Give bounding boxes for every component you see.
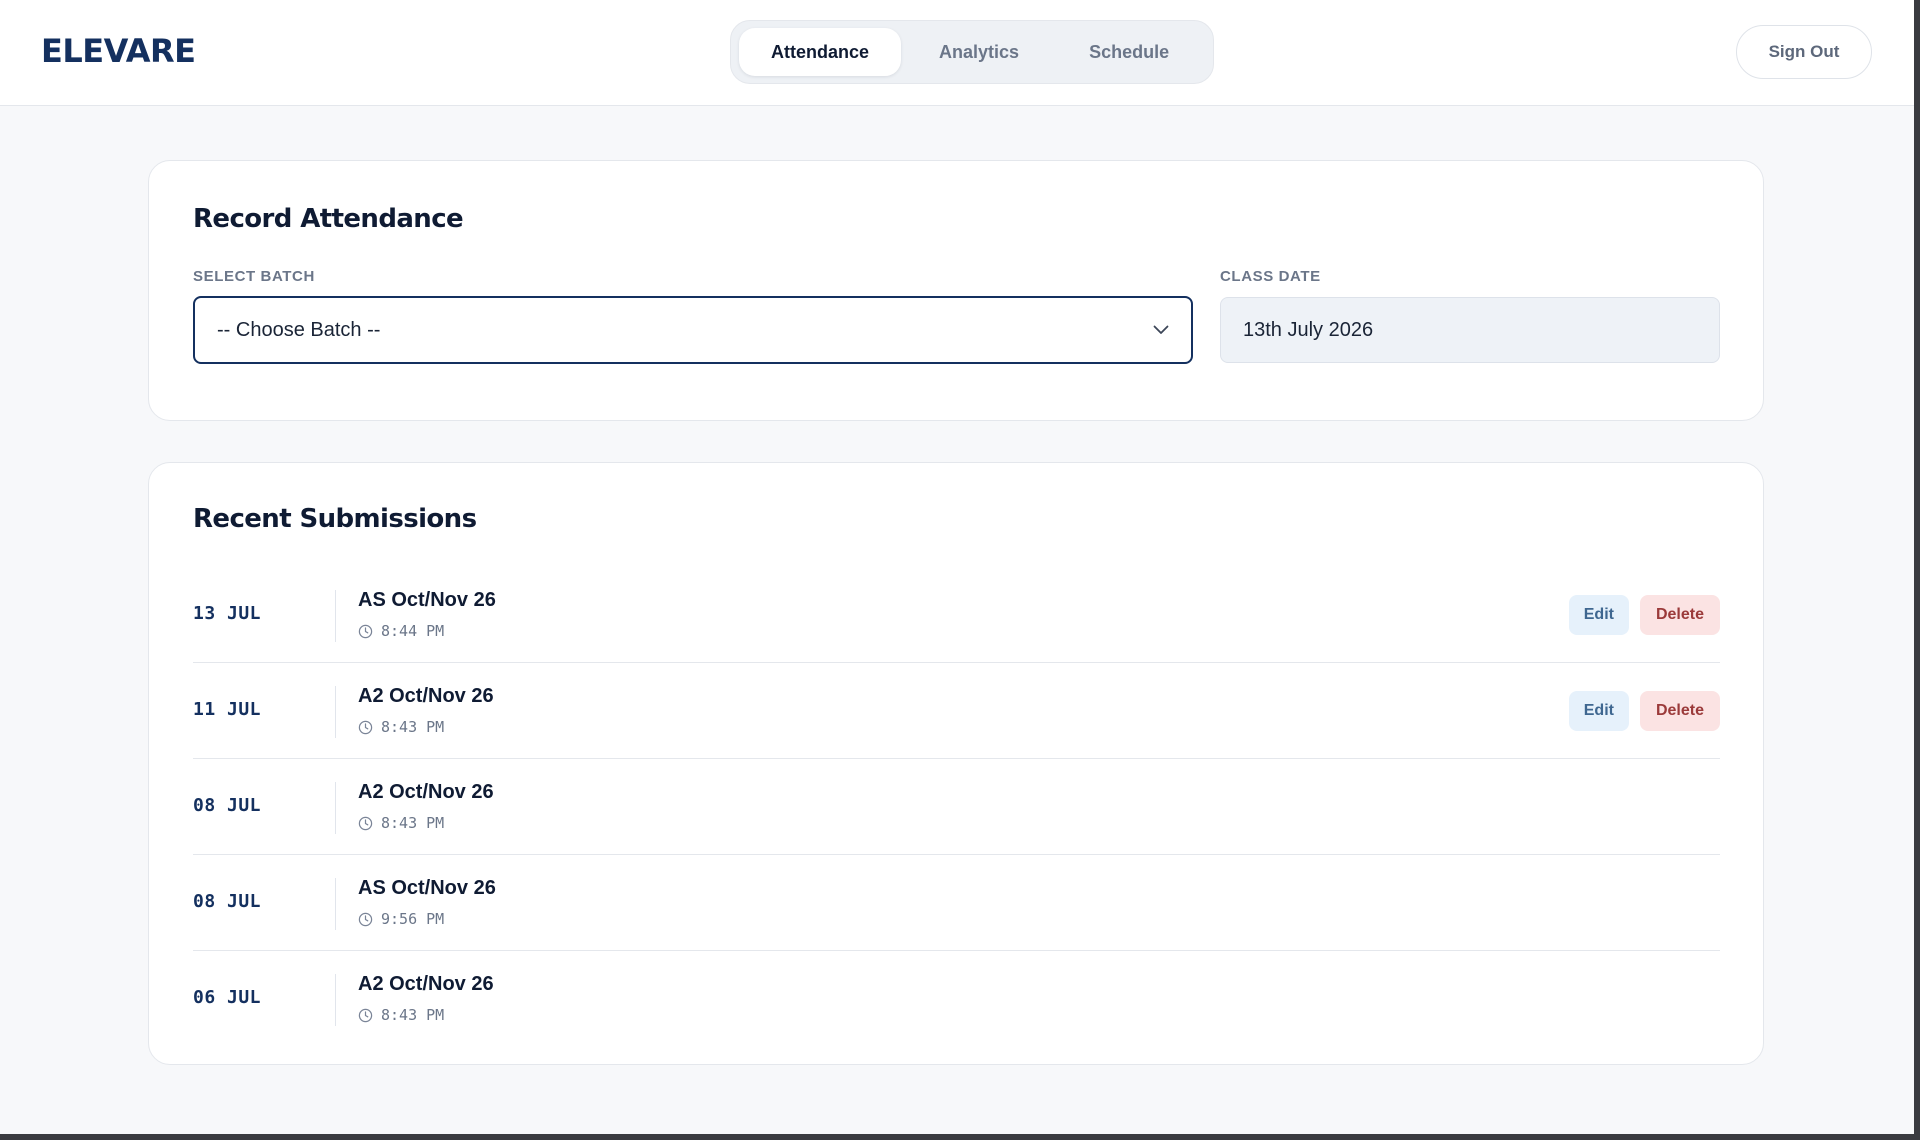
- submission-time: 9:56 PM: [358, 910, 444, 928]
- clock-icon: [358, 624, 373, 638]
- class-date-field[interactable]: 13th July 2026: [1220, 297, 1720, 363]
- recent-submissions-title: Recent Submissions: [193, 504, 477, 534]
- row-actions: Edit Delete: [1568, 691, 1720, 731]
- tab-schedule[interactable]: Schedule: [1057, 28, 1201, 76]
- delete-button[interactable]: Delete: [1639, 595, 1720, 635]
- clock-icon: [358, 912, 373, 926]
- submission-time-text: 8:43 PM: [381, 718, 445, 736]
- tab-attendance[interactable]: Attendance: [739, 28, 902, 76]
- submission-time: 8:43 PM: [358, 718, 444, 736]
- row-divider: [335, 878, 336, 930]
- class-date-label: CLASS DATE: [1220, 268, 1321, 285]
- record-attendance-card: Record Attendance SELECT BATCH -- Choose…: [148, 160, 1764, 421]
- submission-time: 8:44 PM: [358, 622, 444, 640]
- submission-row: 08 JUL A2 Oct/Nov 26 8:43 PM: [193, 759, 1720, 855]
- submission-row: 06 JUL A2 Oct/Nov 26 8:43 PM: [193, 951, 1720, 1047]
- submission-row: 11 JUL A2 Oct/Nov 26 8:43 PM Edit Delete: [193, 663, 1720, 759]
- row-divider: [335, 782, 336, 834]
- submission-row: 08 JUL AS Oct/Nov 26 9:56 PM: [193, 855, 1720, 951]
- class-date-value: 13th July 2026: [1243, 318, 1374, 341]
- submission-batch: AS Oct/Nov 26: [358, 589, 496, 611]
- sign-out-button[interactable]: Sign Out: [1736, 25, 1872, 79]
- logo[interactable]: ELEVARE: [41, 32, 196, 70]
- submission-batch: A2 Oct/Nov 26: [358, 685, 494, 707]
- clock-icon: [358, 720, 373, 734]
- submissions-list: 13 JUL AS Oct/Nov 26 8:44 PM Edit Delete…: [193, 567, 1720, 1047]
- edit-button[interactable]: Edit: [1568, 595, 1629, 635]
- submission-batch: A2 Oct/Nov 26: [358, 781, 494, 803]
- submission-date: 08 JUL: [193, 891, 262, 912]
- submission-date: 06 JUL: [193, 987, 262, 1008]
- batch-select-value: -- Choose Batch --: [217, 318, 381, 341]
- submission-time: 8:43 PM: [358, 814, 444, 832]
- batch-select[interactable]: -- Choose Batch --: [193, 296, 1193, 364]
- submission-batch: AS Oct/Nov 26: [358, 877, 496, 899]
- row-divider: [335, 686, 336, 738]
- row-divider: [335, 974, 336, 1026]
- main-tabs: Attendance Analytics Schedule: [730, 20, 1214, 84]
- delete-button[interactable]: Delete: [1639, 691, 1720, 731]
- app-window: ELEVARE Attendance Analytics Schedule Si…: [0, 0, 1914, 1134]
- row-divider: [335, 590, 336, 642]
- clock-icon: [358, 1008, 373, 1022]
- submission-row: 13 JUL AS Oct/Nov 26 8:44 PM Edit Delete: [193, 567, 1720, 663]
- submission-time-text: 8:44 PM: [381, 622, 445, 640]
- top-bar: ELEVARE Attendance Analytics Schedule Si…: [0, 0, 1914, 106]
- submission-time: 8:43 PM: [358, 1006, 444, 1024]
- submission-batch: A2 Oct/Nov 26: [358, 973, 494, 995]
- submission-time-text: 8:43 PM: [381, 1006, 445, 1024]
- recent-submissions-card: Recent Submissions 13 JUL AS Oct/Nov 26 …: [148, 462, 1764, 1065]
- submission-date: 11 JUL: [193, 699, 262, 720]
- chevron-down-icon: [1153, 325, 1169, 334]
- tab-analytics[interactable]: Analytics: [907, 28, 1051, 76]
- submission-time-text: 9:56 PM: [381, 910, 445, 928]
- select-batch-label: SELECT BATCH: [193, 268, 315, 285]
- submission-time-text: 8:43 PM: [381, 814, 445, 832]
- record-attendance-title: Record Attendance: [193, 204, 464, 234]
- submission-date: 08 JUL: [193, 795, 262, 816]
- edit-button[interactable]: Edit: [1568, 691, 1629, 731]
- clock-icon: [358, 816, 373, 830]
- row-actions: Edit Delete: [1568, 595, 1720, 635]
- submission-date: 13 JUL: [193, 603, 262, 624]
